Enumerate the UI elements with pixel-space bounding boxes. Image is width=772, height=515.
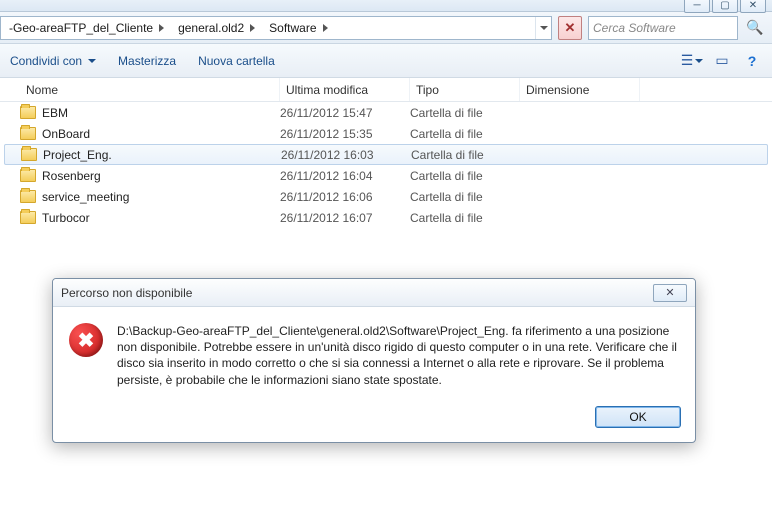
column-header-modified[interactable]: Ultima modifica: [280, 78, 410, 101]
crumb-label: -Geo-areaFTP_del_Cliente: [9, 21, 153, 35]
file-name: service_meeting: [42, 190, 129, 204]
column-header-name[interactable]: Nome: [20, 78, 280, 101]
file-type: Cartella di file: [410, 169, 520, 183]
stop-refresh-button[interactable]: ✕: [558, 16, 582, 40]
file-modified: 26/11/2012 16:06: [280, 190, 410, 204]
search-icon[interactable]: 🔍: [744, 16, 766, 40]
breadcrumb-segment[interactable]: Software: [261, 17, 333, 39]
folder-icon: [20, 169, 36, 182]
share-with-menu[interactable]: Condividi con: [10, 54, 96, 68]
file-name: Project_Eng.: [43, 148, 112, 162]
list-item[interactable]: Project_Eng. 26/11/2012 16:03Cartella di …: [4, 144, 768, 165]
file-type: Cartella di file: [410, 106, 520, 120]
dialog-message: D:\Backup-Geo-areaFTP_del_Cliente\genera…: [117, 323, 679, 388]
chevron-right-icon: [250, 24, 255, 32]
error-icon: ✖: [69, 323, 103, 357]
list-item[interactable]: Rosenberg 26/11/2012 16:04Cartella di fil…: [0, 165, 772, 186]
preview-pane-button[interactable]: ▭: [712, 51, 732, 71]
ok-button[interactable]: OK: [595, 406, 681, 428]
chevron-right-icon: [159, 24, 164, 32]
list-item[interactable]: service_meeting 26/11/2012 16:06Cartella …: [0, 186, 772, 207]
view-options-button[interactable]: ☰: [682, 51, 702, 71]
breadcrumb-dropdown[interactable]: [535, 17, 551, 39]
help-button[interactable]: ?: [742, 51, 762, 71]
column-header-type[interactable]: Tipo: [410, 78, 520, 101]
folder-icon: [20, 190, 36, 203]
chevron-right-icon: [323, 24, 328, 32]
list-item[interactable]: OnBoard 26/11/2012 15:35Cartella di file: [0, 123, 772, 144]
file-list: EBM26/11/2012 15:47Cartella di fileOnBoa…: [0, 102, 772, 228]
list-item[interactable]: EBM 26/11/2012 15:47Cartella di file: [0, 102, 772, 123]
burn-button[interactable]: Masterizza: [118, 54, 176, 68]
close-window-button[interactable]: ✕: [740, 0, 766, 13]
column-header-size[interactable]: Dimensione: [520, 78, 640, 101]
file-modified: 26/11/2012 16:04: [280, 169, 410, 183]
explorer-toolbar: Condividi con Masterizza Nuova cartella …: [0, 44, 772, 78]
folder-icon: [21, 148, 37, 161]
folder-icon: [20, 127, 36, 140]
file-name: EBM: [42, 106, 68, 120]
file-type: Cartella di file: [410, 190, 520, 204]
file-name: Rosenberg: [42, 169, 101, 183]
maximize-button[interactable]: ▢: [712, 0, 738, 13]
file-modified: 26/11/2012 15:47: [280, 106, 410, 120]
error-dialog: Percorso non disponibile ✕ ✖ D:\Backup-G…: [52, 278, 696, 443]
file-modified: 26/11/2012 16:03: [281, 148, 411, 162]
file-modified: 26/11/2012 16:07: [280, 211, 410, 225]
dialog-title-text: Percorso non disponibile: [61, 286, 192, 300]
file-modified: 26/11/2012 15:35: [280, 127, 410, 141]
file-type: Cartella di file: [410, 211, 520, 225]
breadcrumb[interactable]: -Geo-areaFTP_del_Cliente general.old2 So…: [0, 16, 552, 40]
file-type: Cartella di file: [411, 148, 521, 162]
dialog-titlebar: Percorso non disponibile ✕: [53, 279, 695, 307]
search-input[interactable]: Cerca Software: [588, 16, 738, 40]
file-name: Turbocor: [42, 211, 90, 225]
breadcrumb-segment[interactable]: -Geo-areaFTP_del_Cliente: [1, 17, 170, 39]
new-folder-button[interactable]: Nuova cartella: [198, 54, 275, 68]
crumb-label: general.old2: [178, 21, 244, 35]
window-titlebar: ─ ▢ ✕: [0, 0, 772, 12]
column-headers: Nome Ultima modifica Tipo Dimensione: [0, 78, 772, 102]
list-item[interactable]: Turbocor 26/11/2012 16:07Cartella di file: [0, 207, 772, 228]
dialog-close-button[interactable]: ✕: [653, 284, 687, 302]
crumb-label: Software: [269, 21, 316, 35]
breadcrumb-segment[interactable]: general.old2: [170, 17, 261, 39]
file-name: OnBoard: [42, 127, 90, 141]
folder-icon: [20, 106, 36, 119]
folder-icon: [20, 211, 36, 224]
address-bar-row: -Geo-areaFTP_del_Cliente general.old2 So…: [0, 12, 772, 44]
file-type: Cartella di file: [410, 127, 520, 141]
minimize-button[interactable]: ─: [684, 0, 710, 13]
